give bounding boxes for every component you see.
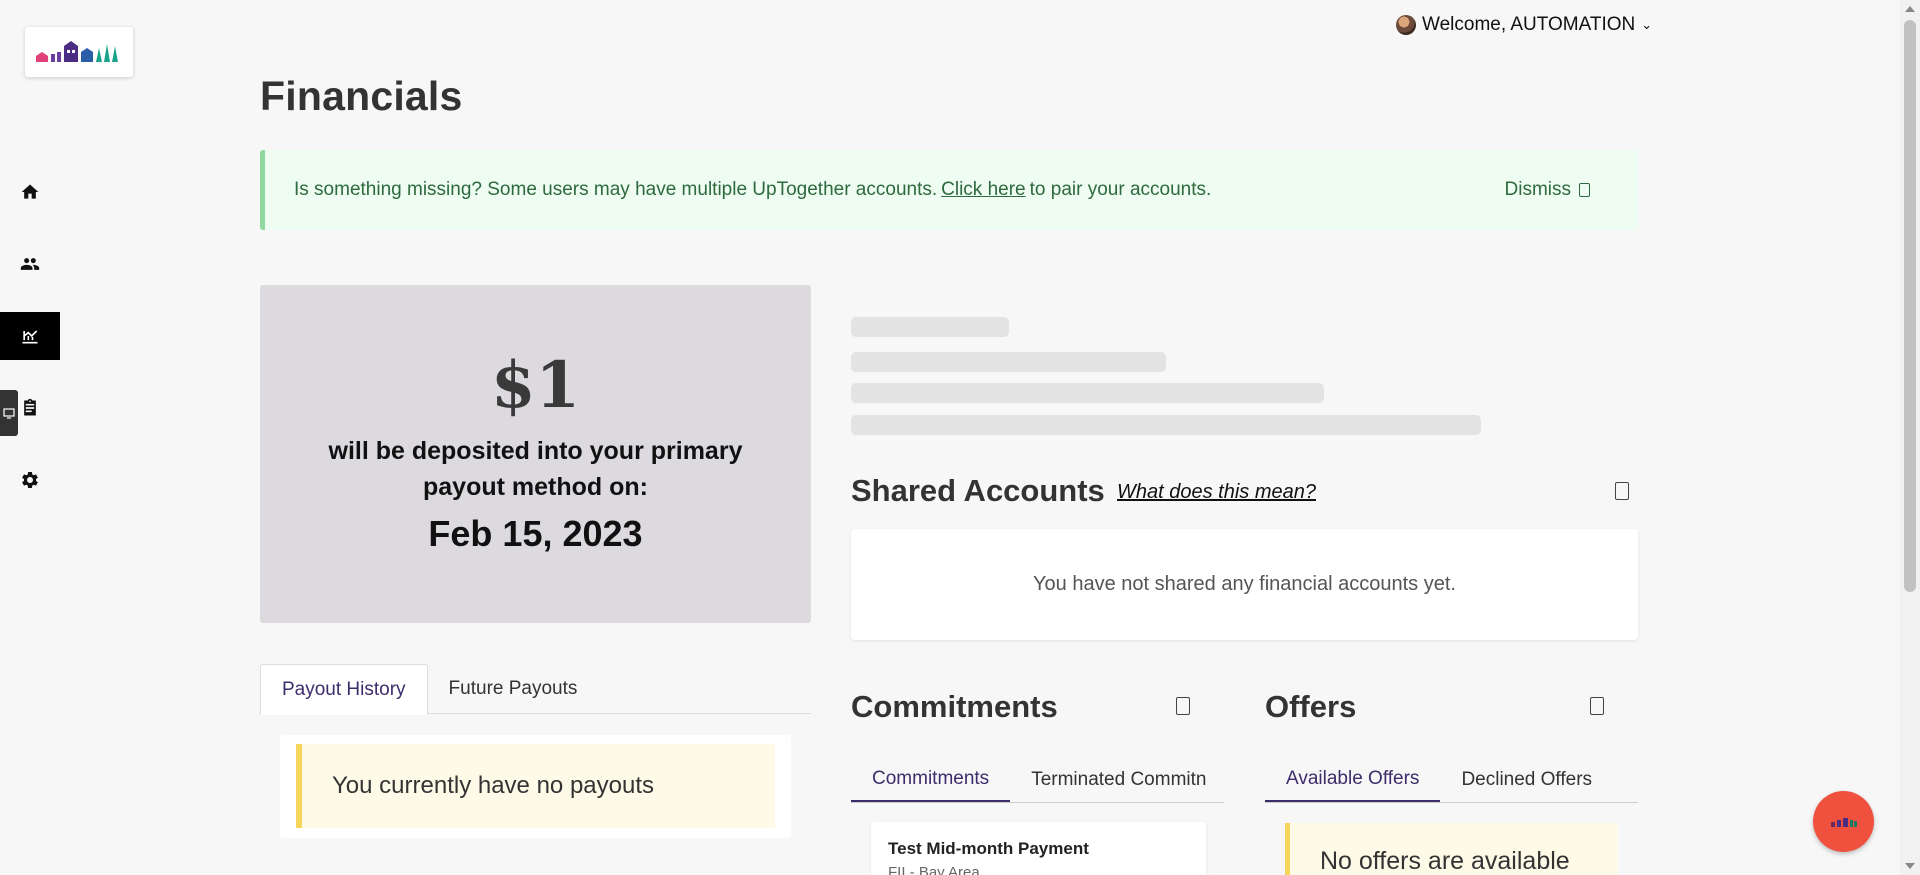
deposit-card: $1 will be deposited into your primary p…	[260, 285, 811, 623]
welcome-text: Welcome, AUTOMATION	[1422, 14, 1636, 35]
side-drawer-tab[interactable]	[0, 390, 18, 436]
sidebar-item-home[interactable]	[0, 168, 60, 216]
uptogether-logo-icon	[1830, 817, 1857, 827]
skeleton-line	[851, 317, 1009, 337]
commitment-subtitle: FII - Bay Area	[888, 864, 980, 875]
dismiss-button[interactable]: Dismiss	[1504, 179, 1590, 201]
deposit-text-line2: payout method on:	[423, 473, 648, 501]
offers-title: Offers	[1265, 689, 1357, 724]
shared-accounts-empty: You have not shared any financial accoun…	[1033, 573, 1456, 595]
offers-tabs: Available Offers Declined Offers	[1265, 757, 1638, 803]
page-scrollbar[interactable]	[1900, 0, 1920, 875]
tab-future-payouts[interactable]: Future Payouts	[428, 664, 599, 713]
dismiss-label: Dismiss	[1504, 179, 1572, 200]
home-icon	[21, 184, 39, 199]
tab-available-offers[interactable]: Available Offers	[1265, 757, 1441, 802]
tab-terminated-commitments[interactable]: Terminated Commitn	[1010, 757, 1224, 802]
info-icon[interactable]	[1176, 697, 1190, 715]
user-menu[interactable]: Welcome, AUTOMATION ⌄	[1396, 14, 1652, 36]
close-icon	[1579, 183, 1590, 197]
monitor-icon	[3, 408, 15, 419]
deposit-amount: $1	[490, 348, 581, 423]
info-icon[interactable]	[1590, 697, 1604, 715]
commitments-tabs: Commitments Terminated Commitn	[851, 757, 1224, 803]
help-chat-button[interactable]	[1813, 791, 1874, 852]
what-does-this-mean-link[interactable]: What does this mean?	[1117, 481, 1316, 504]
no-offers-notice: No offers are available	[1285, 823, 1618, 875]
payout-panel: You currently have no payouts	[280, 735, 791, 838]
financials-icon	[22, 330, 38, 344]
skeleton-line	[851, 383, 1324, 403]
alert-text: Is something missing? Some users may hav…	[294, 179, 938, 200]
scroll-thumb[interactable]	[1904, 20, 1916, 592]
commitments-title: Commitments	[851, 689, 1058, 724]
deposit-text-line1: will be deposited into your primary	[328, 437, 743, 465]
app-logo[interactable]	[25, 27, 133, 77]
commitment-card[interactable]: Test Mid-month Payment FII - Bay Area	[871, 822, 1206, 875]
sidebar-item-settings[interactable]	[0, 456, 60, 504]
gear-icon	[22, 472, 38, 488]
no-payouts-notice: You currently have no payouts	[296, 744, 775, 828]
page-title: Financials	[260, 73, 463, 119]
sidebar-item-community[interactable]	[0, 240, 60, 288]
uptogether-logo-icon	[36, 41, 118, 62]
info-icon[interactable]	[1615, 482, 1629, 500]
shared-accounts-title: Shared Accounts	[851, 473, 1105, 508]
people-icon	[20, 258, 40, 270]
avatar	[1396, 15, 1416, 35]
chevron-down-icon: ⌄	[1641, 17, 1653, 32]
sidebar-item-financials[interactable]	[0, 312, 60, 360]
deposit-date: Feb 15, 2023	[428, 513, 643, 554]
clipboard-icon	[24, 398, 36, 416]
tab-commitments[interactable]: Commitments	[851, 757, 1011, 802]
payout-tabs: Payout History Future Payouts	[260, 664, 811, 715]
skeleton-line	[851, 352, 1166, 372]
scroll-down-icon[interactable]	[1905, 863, 1915, 869]
pair-accounts-link[interactable]: Click here	[941, 179, 1025, 201]
alert-text-after: to pair your accounts.	[1029, 179, 1212, 200]
shared-accounts-card: You have not shared any financial accoun…	[851, 529, 1638, 640]
pair-accounts-alert: Is something missing? Some users may hav…	[260, 150, 1638, 230]
commitment-title: Test Mid-month Payment	[888, 839, 1089, 858]
scroll-up-icon[interactable]	[1905, 6, 1915, 12]
tab-declined-offers[interactable]: Declined Offers	[1440, 757, 1613, 802]
tab-payout-history[interactable]: Payout History	[260, 664, 428, 715]
skeleton-line	[851, 415, 1481, 435]
